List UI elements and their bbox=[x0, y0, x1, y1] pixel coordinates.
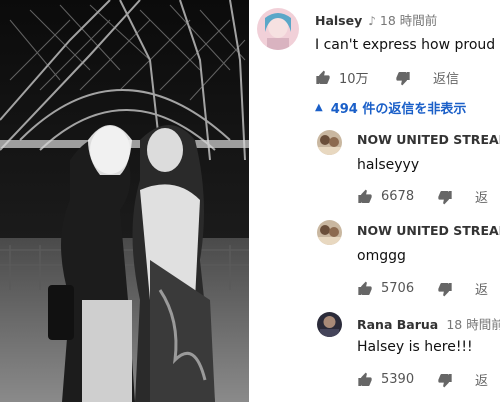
thumbs-up-icon[interactable] bbox=[357, 281, 373, 297]
reply-author[interactable]: NOW UNITED STREAM bbox=[357, 223, 500, 238]
reply-avatar[interactable] bbox=[317, 312, 342, 337]
thumbs-down-icon[interactable] bbox=[437, 189, 453, 205]
reply-header: Rana Barua 18 時間前 bbox=[357, 314, 500, 333]
like-count: 5706 bbox=[381, 281, 415, 296]
thumbs-up-icon[interactable] bbox=[315, 70, 331, 86]
like-count: 6678 bbox=[381, 189, 415, 204]
reply-actions: 5706 返 bbox=[357, 279, 488, 298]
halsey-avatar[interactable] bbox=[257, 8, 299, 50]
thumbs-up-icon[interactable] bbox=[357, 372, 373, 388]
reply-author[interactable]: NOW UNITED STREAM bbox=[357, 132, 500, 147]
reply-button[interactable]: 返 bbox=[475, 370, 488, 389]
reply-text: omggg bbox=[357, 248, 406, 264]
collapse-arrow-icon: ▲ bbox=[315, 102, 323, 113]
thumbs-down-icon[interactable] bbox=[437, 281, 453, 297]
reply-actions: 5390 返 bbox=[357, 370, 488, 389]
reply-button[interactable]: 返 bbox=[475, 279, 488, 298]
hide-replies-label: 494 件の返信を非表示 bbox=[330, 102, 467, 117]
photo bbox=[0, 0, 249, 402]
comment-actions: 10万 返信 bbox=[315, 68, 459, 87]
hide-replies-toggle[interactable]: ▲ 494 件の返信を非表示 bbox=[315, 98, 466, 117]
like-count: 5390 bbox=[381, 372, 415, 387]
thumbs-up-icon[interactable] bbox=[357, 189, 373, 205]
like-count: 10万 bbox=[339, 72, 369, 87]
music-note-icon: ♪ bbox=[368, 14, 376, 28]
comment-time[interactable]: 18 時間前 bbox=[380, 13, 437, 28]
comments-panel: Halsey ♪ 18 時間前 I can't express how proud … bbox=[249, 0, 500, 402]
reply-actions: 6678 返 bbox=[357, 187, 488, 206]
thumbs-down-icon[interactable] bbox=[395, 70, 411, 86]
reply-avatar[interactable] bbox=[317, 130, 342, 155]
comment-author[interactable]: Halsey bbox=[315, 13, 362, 28]
reply-text: halseyyy bbox=[357, 157, 420, 173]
reply-button[interactable]: 返 bbox=[475, 187, 488, 206]
reply-button[interactable]: 返信 bbox=[433, 68, 459, 87]
reply-text: Halsey is here!!! bbox=[357, 339, 473, 355]
comment-header: Halsey ♪ 18 時間前 bbox=[315, 10, 437, 29]
reply-author[interactable]: Rana Barua bbox=[357, 317, 438, 332]
reply-time[interactable]: 18 時間前 bbox=[446, 317, 500, 332]
thumbs-down-icon[interactable] bbox=[437, 372, 453, 388]
comment-text: I can't express how proud I a bbox=[315, 37, 500, 53]
reply-avatar[interactable] bbox=[317, 220, 342, 245]
